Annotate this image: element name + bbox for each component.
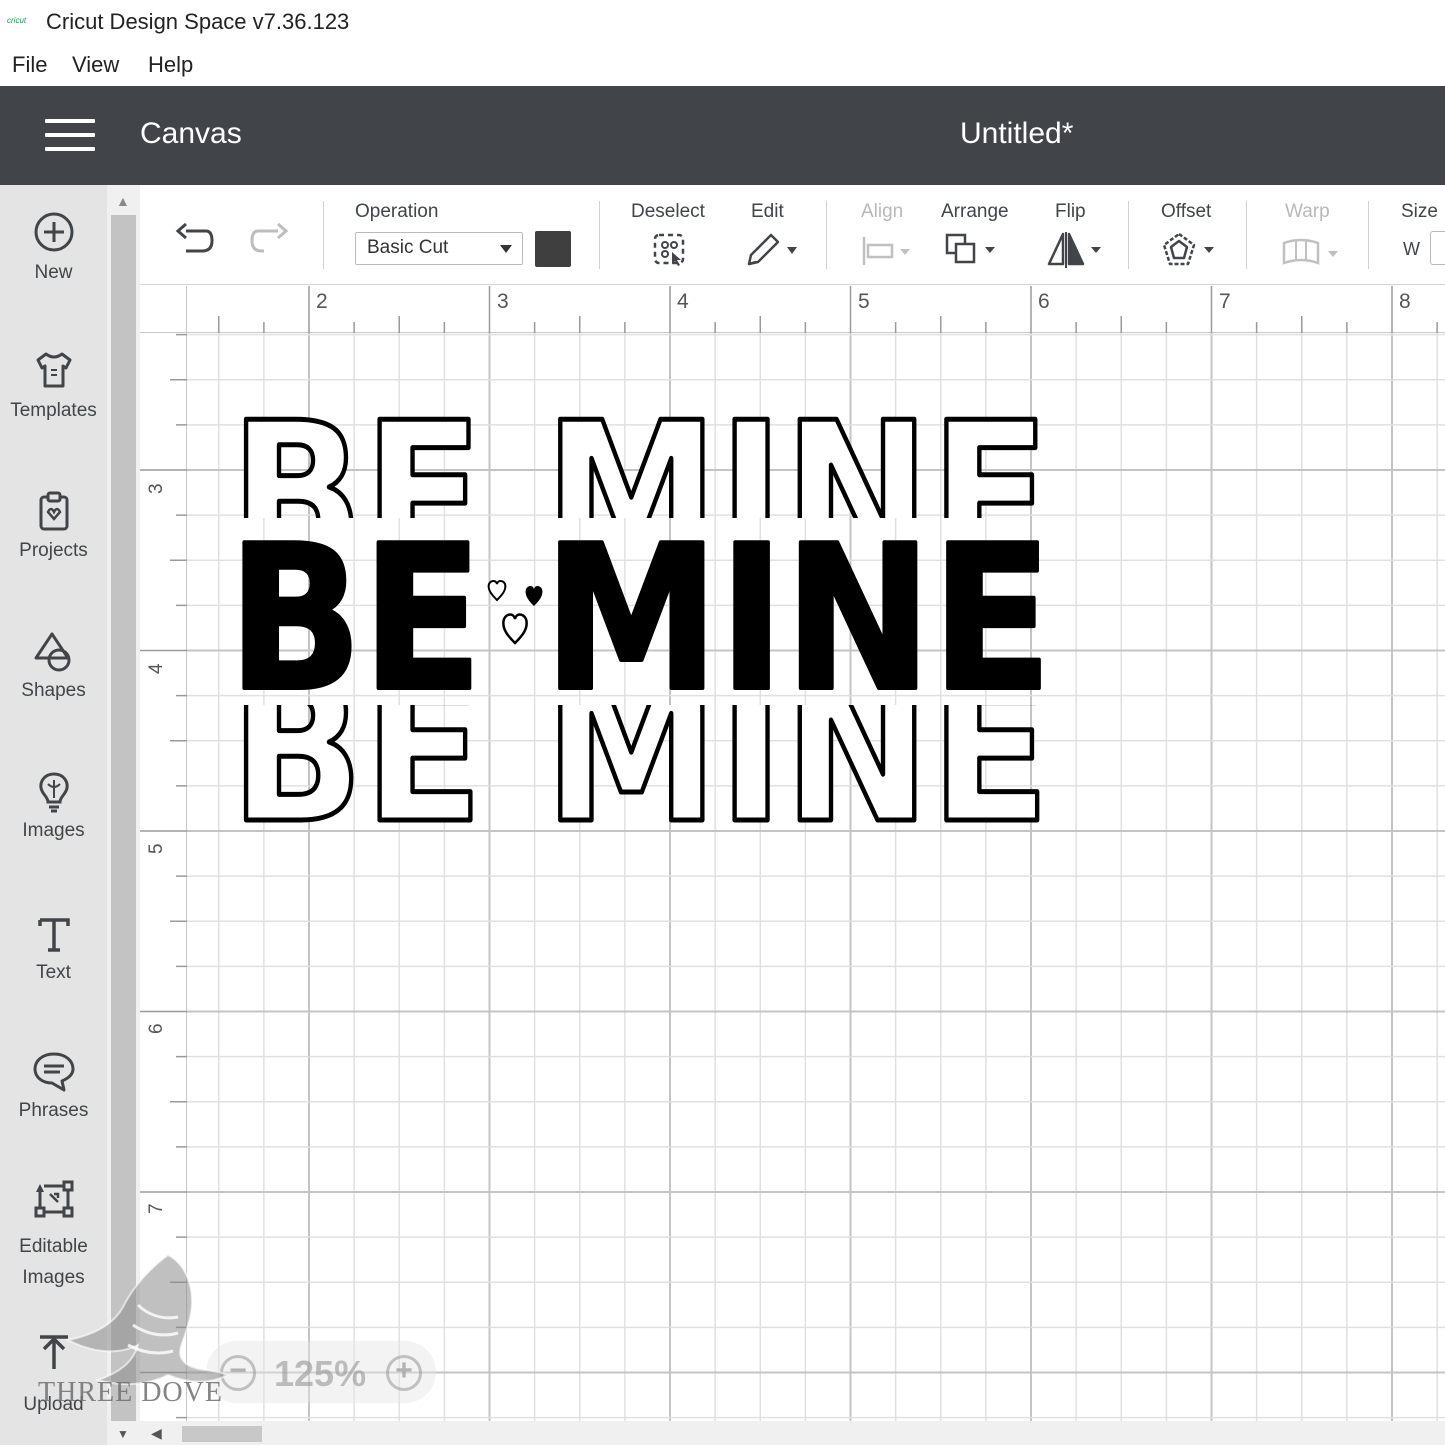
scroll-left-arrow-icon[interactable]: ◀ <box>151 1425 162 1442</box>
horizontal-scrollbar[interactable]: ▼ ◀ <box>107 1421 1445 1445</box>
zoom-out-button[interactable]: − <box>220 1355 256 1391</box>
scroll-down-arrow-icon[interactable]: ▼ <box>117 1427 129 1441</box>
design-text-middle[interactable]: BE MINE <box>226 501 1054 738</box>
zoom-in-button[interactable]: + <box>386 1355 422 1391</box>
horizontal-scroll-thumb[interactable] <box>182 1426 262 1442</box>
zoom-level: 125% <box>274 1353 367 1394</box>
watermark-text: THREE DOVE <box>38 1377 223 1408</box>
design-artwork[interactable]: BE MINE BE MINE BE MINE <box>0 0 1445 1445</box>
zoom-control: − 125% + <box>206 1341 436 1403</box>
